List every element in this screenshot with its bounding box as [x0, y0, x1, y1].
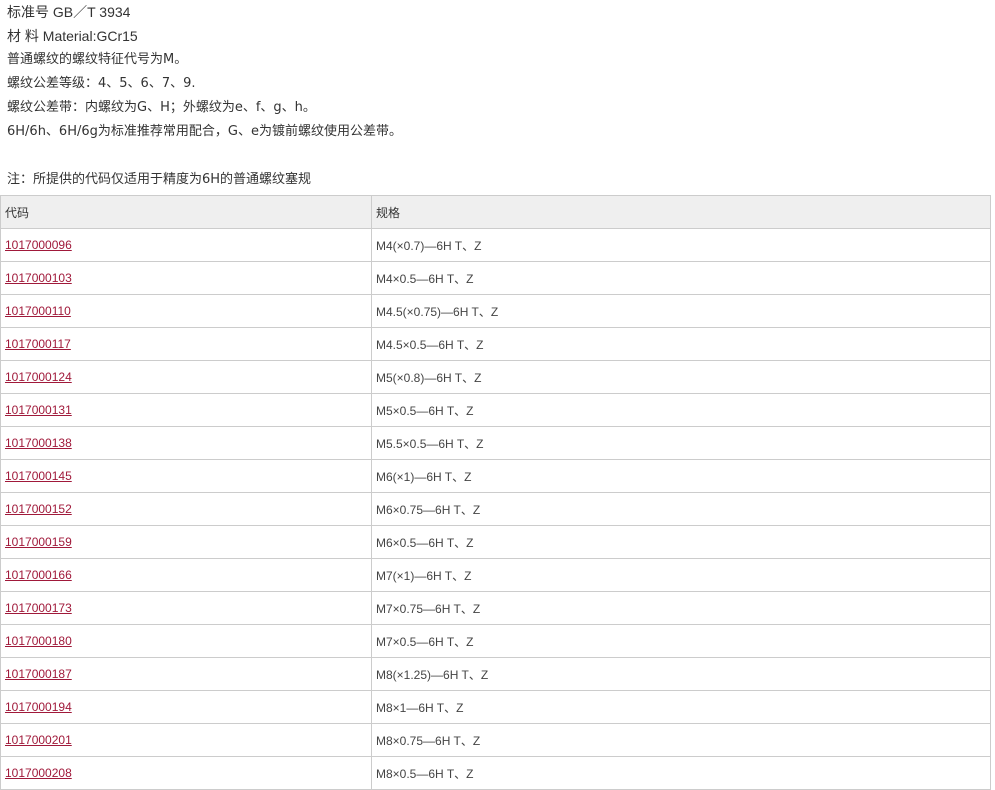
table-row: 1017000138 M5.5×0.5—6H T、Z: [0, 426, 991, 460]
code-cell: 1017000152: [0, 492, 372, 526]
product-code-link[interactable]: 1017000117: [5, 337, 71, 351]
standard-number: 标准号 GB／T 3934: [7, 4, 131, 20]
spec-cell: M7×0.5—6H T、Z: [371, 624, 991, 658]
table-row: 1017000159 M6×0.5—6H T、Z: [0, 525, 991, 559]
column-header-spec: 规格: [371, 195, 991, 229]
table-row: 1017000201 M8×0.75—6H T、Z: [0, 723, 991, 757]
tolerance-zone: 螺纹公差带：内螺纹为G、H；外螺纹为e、f、g、h。: [7, 100, 316, 115]
table-row: 1017000173 M7×0.75—6H T、Z: [0, 591, 991, 625]
spec-cell: M5(×0.8)—6H T、Z: [371, 360, 991, 394]
code-cell: 1017000187: [0, 657, 372, 691]
product-code-link[interactable]: 1017000152: [5, 502, 72, 516]
product-code-link[interactable]: 1017000103: [5, 271, 72, 285]
spec-cell: M8×0.5—6H T、Z: [371, 756, 991, 790]
table-row: 1017000124 M5(×0.8)—6H T、Z: [0, 360, 991, 394]
code-cell: 1017000117: [0, 327, 372, 361]
product-code-link[interactable]: 1017000110: [5, 304, 71, 318]
code-cell: 1017000103: [0, 261, 372, 295]
code-applicability-note: 注：所提供的代码仅适用于精度为6H的普通螺纹塞规: [7, 172, 312, 187]
table-row: 1017000180 M7×0.5—6H T、Z: [0, 624, 991, 658]
code-cell: 1017000138: [0, 426, 372, 460]
spec-cell: M4.5(×0.75)—6H T、Z: [371, 294, 991, 328]
table-row: 1017000131 M5×0.5—6H T、Z: [0, 393, 991, 427]
table-row: 1017000110 M4.5(×0.75)—6H T、Z: [0, 294, 991, 328]
product-code-link[interactable]: 1017000166: [5, 568, 72, 582]
code-cell: 1017000096: [0, 228, 372, 262]
product-code-link[interactable]: 1017000159: [5, 535, 72, 549]
product-code-link[interactable]: 1017000138: [5, 436, 72, 450]
code-cell: 1017000194: [0, 690, 372, 724]
column-header-code: 代码: [0, 195, 372, 229]
code-cell: 1017000208: [0, 756, 372, 790]
table-row: 1017000117 M4.5×0.5—6H T、Z: [0, 327, 991, 361]
spec-cell: M6×0.5—6H T、Z: [371, 525, 991, 559]
code-cell: 1017000131: [0, 393, 372, 427]
code-cell: 1017000110: [0, 294, 372, 328]
product-code-link[interactable]: 1017000145: [5, 469, 72, 483]
table-row: 1017000187 M8(×1.25)—6H T、Z: [0, 657, 991, 691]
spec-cell: M8×1—6H T、Z: [371, 690, 991, 724]
code-cell: 1017000145: [0, 459, 372, 493]
table-row: 1017000145 M6(×1)—6H T、Z: [0, 459, 991, 493]
product-code-link[interactable]: 1017000096: [5, 238, 72, 252]
spec-cell: M4.5×0.5—6H T、Z: [371, 327, 991, 361]
code-cell: 1017000124: [0, 360, 372, 394]
table-row: 1017000103 M4×0.5—6H T、Z: [0, 261, 991, 295]
gauge-spec-table: 代码 规格 1017000096 M4(×0.7)—6H T、Z 101700010…: [0, 195, 991, 790]
product-code-link[interactable]: 1017000194: [5, 700, 72, 714]
product-code-link[interactable]: 1017000180: [5, 634, 72, 648]
gauge-info-block: 标准号 GB／T 3934 材 料 Material:GCr15 普通螺纹的螺纹…: [7, 0, 987, 192]
code-cell: 1017000180: [0, 624, 372, 658]
spec-cell: M4×0.5—6H T、Z: [371, 261, 991, 295]
spec-cell: M8(×1.25)—6H T、Z: [371, 657, 991, 691]
thread-code-note: 普通螺纹的螺纹特征代号为M。: [7, 52, 188, 67]
table-body: 1017000096 M4(×0.7)—6H T、Z 1017000103 M4×0.…: [0, 228, 991, 790]
table-row: 1017000166 M7(×1)—6H T、Z: [0, 558, 991, 592]
spec-cell: M6×0.75—6H T、Z: [371, 492, 991, 526]
tolerance-grade: 螺纹公差等级：4、5、6、7、9.: [7, 76, 196, 91]
product-code-link[interactable]: 1017000173: [5, 601, 72, 615]
spec-cell: M7×0.75—6H T、Z: [371, 591, 991, 625]
table-row: 1017000208 M8×0.5—6H T、Z: [0, 756, 991, 790]
code-cell: 1017000159: [0, 525, 372, 559]
table-header-row: 代码 规格: [0, 195, 991, 229]
material: 材 料 Material:GCr15: [7, 28, 138, 44]
spec-cell: M5.5×0.5—6H T、Z: [371, 426, 991, 460]
product-code-link[interactable]: 1017000201: [5, 733, 72, 747]
spec-cell: M6(×1)—6H T、Z: [371, 459, 991, 493]
code-cell: 1017000201: [0, 723, 372, 757]
product-code-link[interactable]: 1017000131: [5, 403, 72, 417]
code-cell: 1017000166: [0, 558, 372, 592]
spec-cell: M5×0.5—6H T、Z: [371, 393, 991, 427]
spec-cell: M8×0.75—6H T、Z: [371, 723, 991, 757]
table-row: 1017000152 M6×0.75—6H T、Z: [0, 492, 991, 526]
spec-cell: M4(×0.7)—6H T、Z: [371, 228, 991, 262]
table-row: 1017000194 M8×1—6H T、Z: [0, 690, 991, 724]
spec-cell: M7(×1)—6H T、Z: [371, 558, 991, 592]
table-row: 1017000096 M4(×0.7)—6H T、Z: [0, 228, 991, 262]
recommended-fit: 6H/6h、6H/6g为标准推荐常用配合，G、e为镀前螺纹使用公差带。: [7, 124, 402, 139]
product-code-link[interactable]: 1017000187: [5, 667, 72, 681]
product-code-link[interactable]: 1017000124: [5, 370, 72, 384]
code-cell: 1017000173: [0, 591, 372, 625]
